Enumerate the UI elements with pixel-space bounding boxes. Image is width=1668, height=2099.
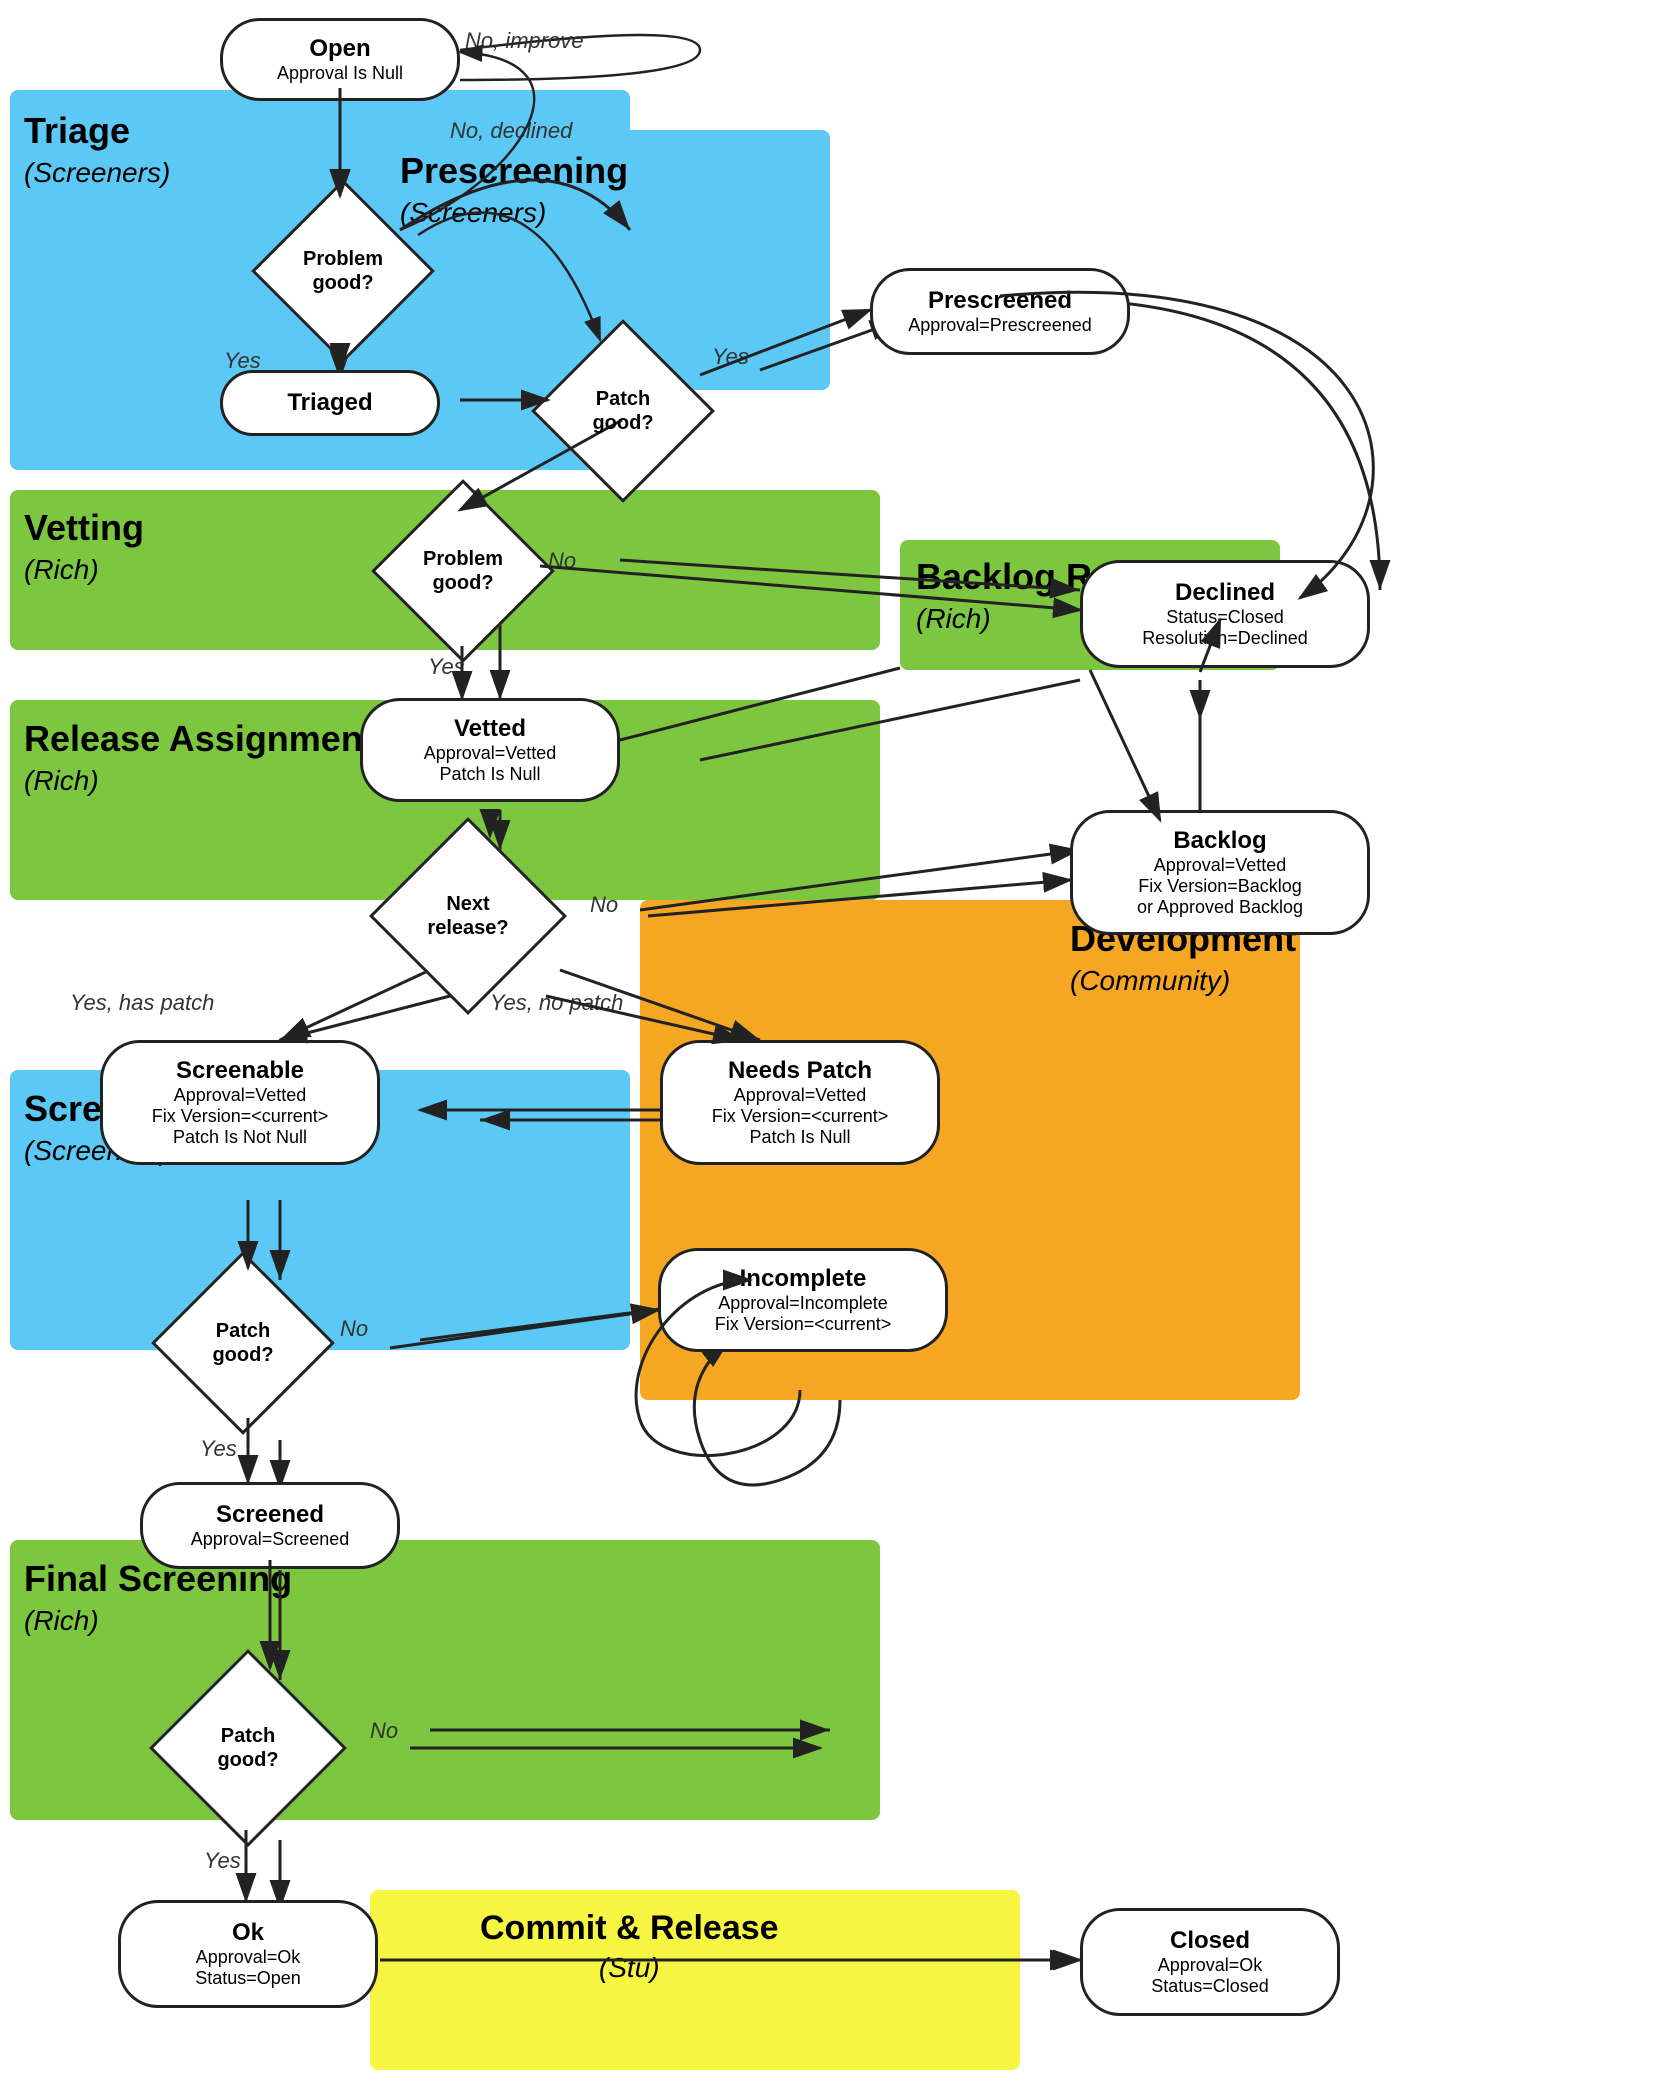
arrow-label-no-vetting: No (548, 548, 576, 574)
node-closed: Closed Approval=Ok Status=Closed (1080, 1908, 1340, 2016)
label-triage: Triage (Screeners) (24, 108, 170, 191)
node-vetted: Vetted Approval=Vetted Patch Is Null (360, 698, 620, 802)
arrow-label-no-improve: No, improve (465, 28, 584, 54)
node-open: Open Approval Is Null (220, 18, 460, 101)
diamond-problem-good-vetting: Problemgood? (388, 496, 538, 646)
label-vetting: Vetting (Rich) (24, 505, 144, 588)
label-commit: Commit & Release (Stu) (480, 1906, 779, 1987)
node-triaged: Triaged (220, 370, 440, 436)
node-declined: Declined Status=Closed Resolution=Declin… (1080, 560, 1370, 668)
arrow-label-yes-prescreening: Yes (712, 344, 749, 370)
arrow-label-no-screening: No (340, 1316, 368, 1342)
node-incomplete: Incomplete Approval=Incomplete Fix Versi… (658, 1248, 948, 1352)
node-ok: Ok Approval=Ok Status=Open (118, 1900, 378, 2008)
diamond-next-release: Nextrelease? (388, 836, 548, 996)
arrow-label-no-final: No (370, 1718, 398, 1744)
diamond-patch-good-final: Patchgood? (168, 1668, 328, 1828)
node-backlog: Backlog Approval=Vetted Fix Version=Back… (1070, 810, 1370, 935)
diamond-patch-good-screening: Patchgood? (168, 1268, 318, 1418)
arrow-label-yes-screening: Yes (200, 1436, 237, 1462)
arrow-label-yes-has-patch: Yes, has patch (70, 990, 214, 1016)
label-release: Release Assignment (Rich) (24, 716, 375, 799)
label-prescreening: Prescreening (Screeners) (400, 148, 628, 231)
arrow-label-yes-final: Yes (204, 1848, 241, 1874)
diamond-patch-good-prescreening: Patchgood? (548, 336, 698, 486)
arrow-label-no-release: No (590, 892, 618, 918)
node-screened: Screened Approval=Screened (140, 1482, 400, 1569)
node-needs-patch: Needs Patch Approval=Vetted Fix Version=… (660, 1040, 940, 1165)
diagram-container: Triage (Screeners) Prescreening (Screene… (0, 0, 1668, 2099)
node-screenable: Screenable Approval=Vetted Fix Version=<… (100, 1040, 380, 1165)
arrow-label-no-declined: No, declined (450, 118, 572, 144)
node-prescreened: Prescreened Approval=Prescreened (870, 268, 1130, 355)
diamond-problem-good-triage: Problemgood? (268, 196, 418, 346)
arrow-label-yes-vetting: Yes (428, 654, 465, 680)
